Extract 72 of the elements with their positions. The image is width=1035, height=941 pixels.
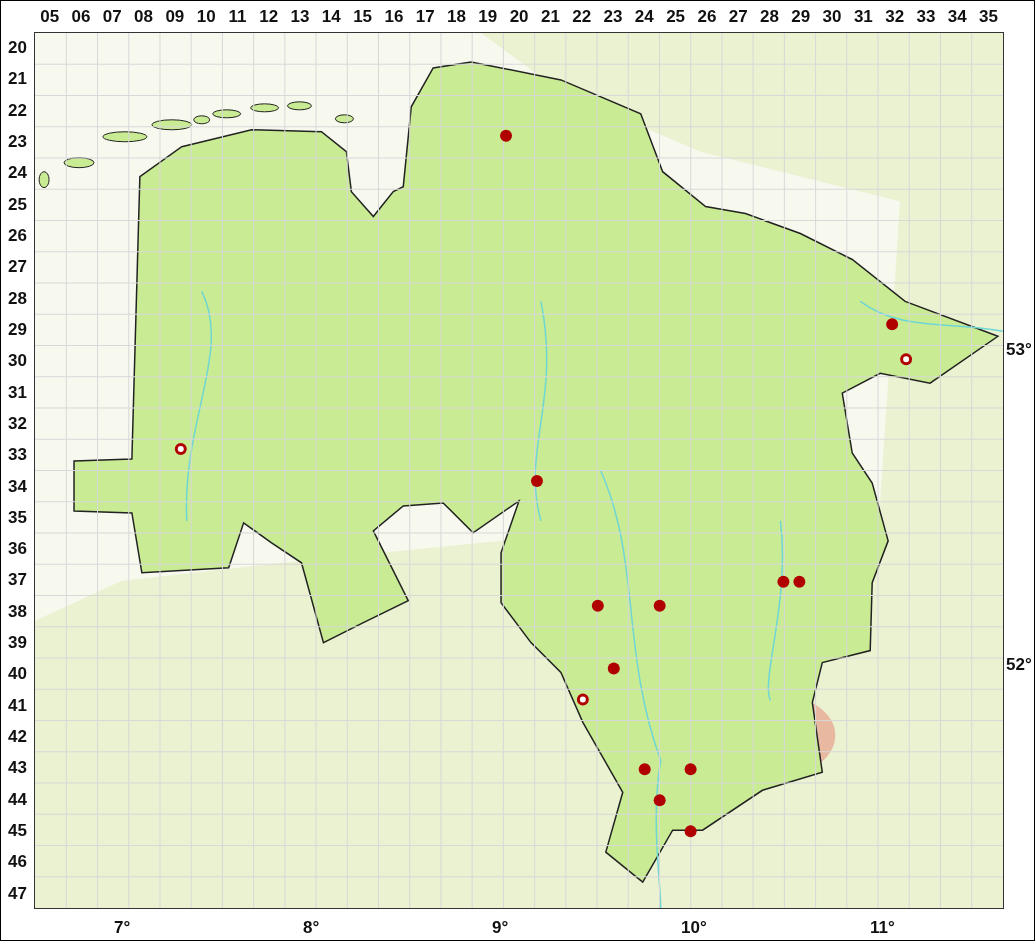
island-drawing [102, 131, 148, 143]
column-label: 33 [915, 6, 937, 28]
column-label: 16 [383, 6, 405, 28]
latitude-label: 52° [1006, 654, 1032, 676]
row-label: 41 [7, 694, 28, 717]
latitude-label: 53° [1006, 339, 1032, 361]
column-label: 26 [696, 6, 718, 28]
row-label: 37 [7, 569, 28, 592]
longitude-label: 10° [681, 917, 707, 939]
row-label: 20 [7, 36, 28, 59]
row-label: 28 [7, 287, 28, 310]
row-label: 24 [7, 162, 28, 185]
row-label: 30 [7, 350, 28, 373]
column-label: 06 [70, 6, 92, 28]
row-label: 39 [7, 632, 28, 655]
row-label: 29 [7, 318, 28, 341]
column-label: 28 [759, 6, 780, 28]
column-label: 27 [727, 6, 749, 28]
column-label: 13 [289, 6, 311, 28]
column-label: 23 [602, 6, 624, 28]
row-label: 40 [7, 663, 28, 686]
row-label: 33 [7, 444, 28, 467]
row-label: 22 [7, 99, 28, 122]
row-label: 25 [7, 193, 28, 216]
longitude-label: 7° [114, 917, 131, 939]
row-label: 44 [7, 788, 28, 811]
column-label: 24 [633, 6, 655, 28]
row-label: 31 [7, 381, 28, 404]
row-label: 43 [7, 757, 28, 780]
row-label: 21 [7, 68, 28, 91]
longitude-label: 9° [492, 917, 509, 939]
longitude-label: 8° [303, 917, 320, 939]
island-drawing [287, 101, 312, 111]
column-label: 17 [414, 6, 436, 28]
row-label: 32 [7, 412, 28, 435]
column-label: 35 [978, 6, 999, 28]
column-label: 18 [446, 6, 467, 28]
island-drawing [63, 157, 95, 169]
column-label: 10 [195, 6, 217, 28]
column-label: 31 [852, 6, 874, 28]
row-label: 46 [7, 851, 28, 874]
column-label: 09 [164, 6, 186, 28]
island-drawing [250, 103, 280, 113]
row-label: 34 [7, 475, 28, 498]
column-label: 22 [571, 6, 593, 28]
column-label: 30 [821, 6, 843, 28]
column-label: 29 [790, 6, 812, 28]
column-label: 05 [39, 6, 61, 28]
island-drawing [334, 114, 354, 124]
island-drawing [38, 171, 50, 189]
column-label: 07 [101, 6, 123, 28]
row-label: 38 [7, 600, 28, 623]
column-label: 19 [477, 6, 499, 28]
column-label: 11 [227, 6, 248, 28]
column-label: 12 [258, 6, 280, 28]
row-label: 26 [7, 224, 28, 247]
column-label: 08 [133, 6, 154, 28]
column-label: 20 [508, 6, 530, 28]
row-label: 42 [7, 726, 28, 749]
row-label: 47 [7, 882, 28, 905]
column-label: 25 [665, 6, 687, 28]
column-label: 15 [352, 6, 374, 28]
column-label: 32 [884, 6, 906, 28]
row-label: 45 [7, 820, 28, 843]
longitude-label: 11° [870, 917, 895, 939]
row-label: 23 [7, 130, 28, 153]
row-label: 35 [7, 506, 28, 529]
column-label: 21 [539, 6, 561, 28]
row-label: 27 [7, 256, 28, 279]
column-label: 14 [320, 6, 342, 28]
column-label: 34 [946, 6, 968, 28]
row-label: 36 [7, 538, 28, 561]
